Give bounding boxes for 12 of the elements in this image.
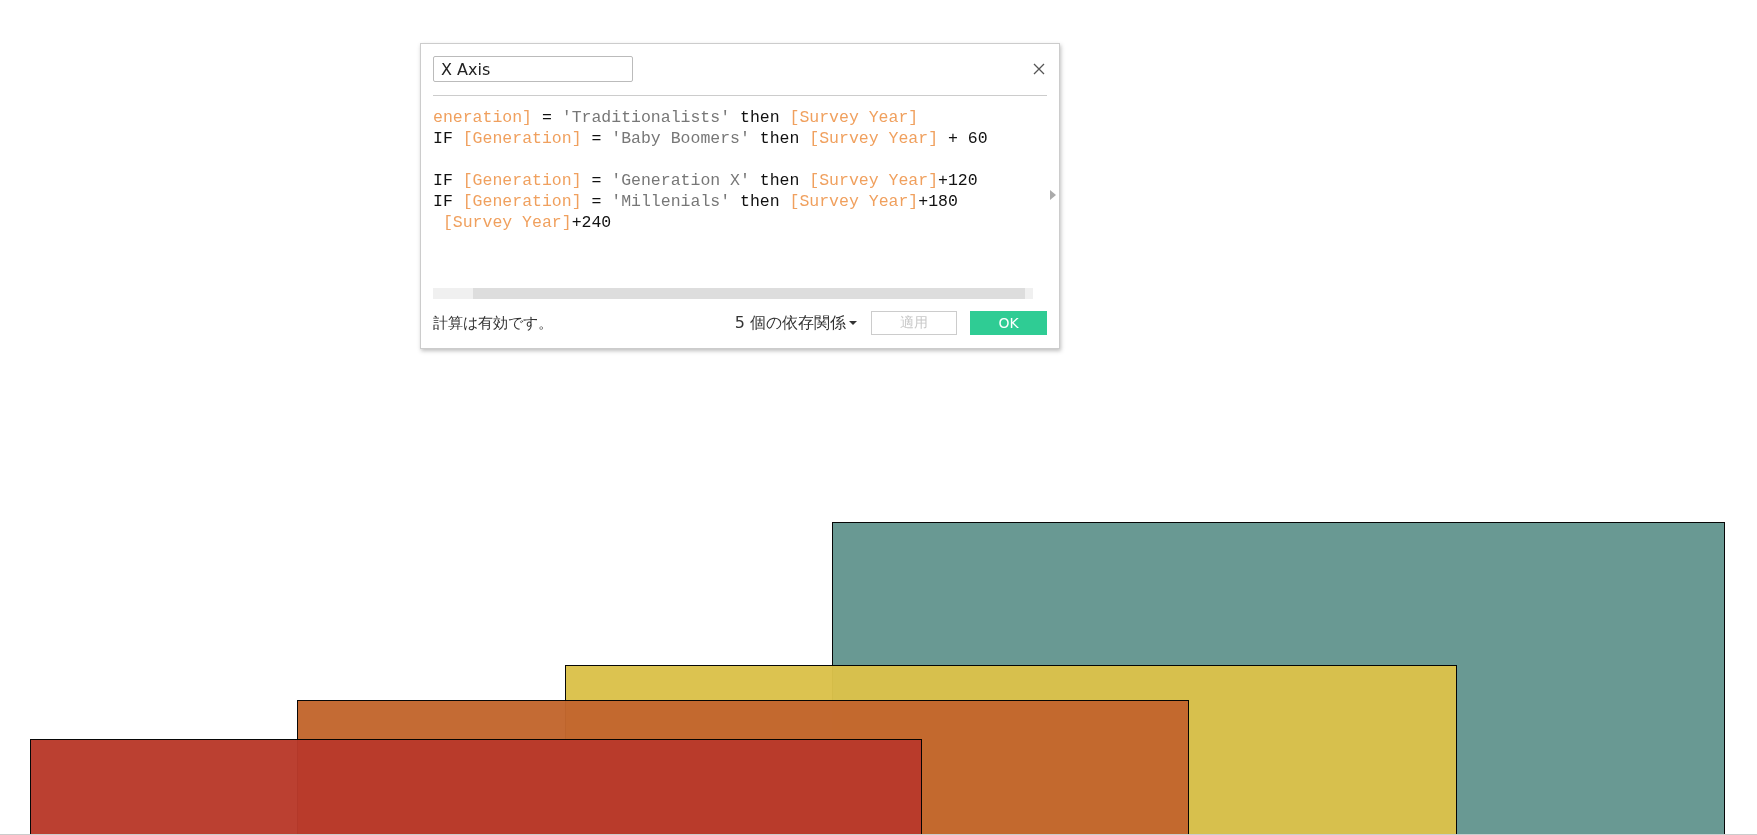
- name-field[interactable]: X Axis: [433, 56, 633, 82]
- close-icon[interactable]: [1033, 63, 1045, 75]
- code-line: IF [Generation] = 'Baby Boomers' then [Survey Year] + 60: [433, 129, 988, 148]
- code-line: IF [Generation] = 'Millenials' then [Survey Year]+180: [433, 192, 958, 211]
- status-text: 計算は有効です。: [433, 313, 553, 333]
- code-line: IF [Generation] = 'Generation X' then [Survey Year]+120: [433, 171, 978, 190]
- dependencies-dropdown[interactable]: 5 個の依存関係: [734, 312, 857, 334]
- caret-icon: [849, 321, 857, 326]
- code-line: [Survey Year]+240: [441, 213, 612, 232]
- expand-arrow-icon[interactable]: [1050, 190, 1056, 200]
- code-line: eneration] = 'Traditionalists' then [Survey Year]: [433, 108, 919, 127]
- horizontal-scrollbar[interactable]: [433, 287, 1033, 299]
